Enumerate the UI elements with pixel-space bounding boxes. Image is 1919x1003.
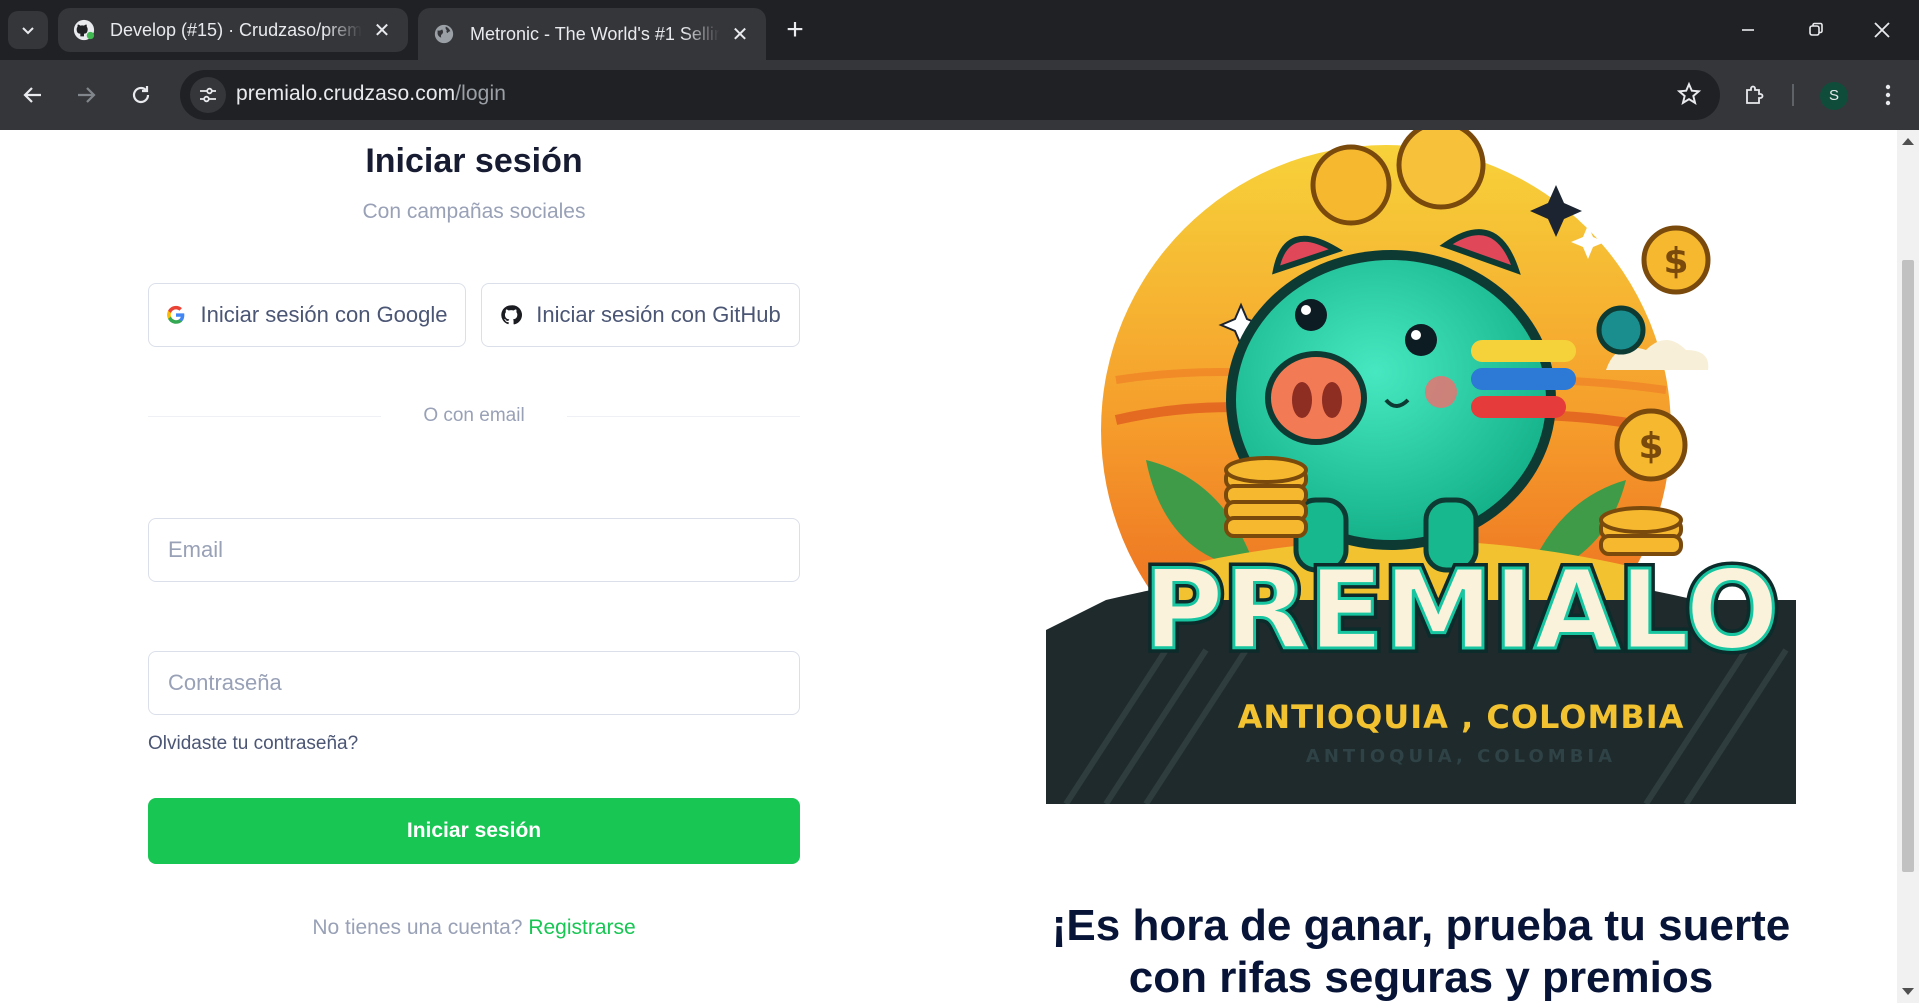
back-button[interactable] [15, 77, 51, 113]
browser-toolbar: premialo.crudzaso.com/login S [0, 60, 1919, 130]
tab-title: Develop (#15) · Crudzaso/premialo [110, 19, 362, 40]
scroll-thumb[interactable] [1902, 260, 1914, 872]
close-icon [1874, 22, 1890, 38]
email-field[interactable] [148, 518, 800, 582]
site-info-button[interactable] [190, 77, 226, 113]
close-window-button[interactable] [1862, 12, 1902, 48]
signup-link[interactable]: Registrarse [528, 916, 635, 939]
google-icon [167, 305, 185, 324]
github-icon [501, 305, 523, 325]
google-signin-button[interactable]: Iniciar sesión con Google [148, 283, 466, 347]
logo-subtext: ANTIOQUIA , COLOMBIA [1238, 698, 1685, 736]
more-vert-icon [1885, 84, 1891, 106]
tab-search-button[interactable] [8, 11, 48, 49]
logo-wordmark-outline: PREMIALO [1143, 546, 1779, 674]
page-title: Iniciar sesión [365, 142, 583, 180]
email-divider: O con email [148, 403, 800, 429]
signup-prompt: No tienes una cuenta? Registrarse [148, 916, 800, 940]
chevron-down-icon [22, 27, 34, 35]
toolbar-separator [1792, 84, 1794, 106]
github-signin-label: Iniciar sesión con GitHub [536, 302, 781, 327]
browser-menu-button[interactable] [1870, 77, 1906, 113]
svg-text:$: $ [1663, 241, 1688, 282]
password-field[interactable] [148, 651, 800, 715]
arrow-left-icon [23, 87, 41, 103]
page-viewport: Iniciar sesión Con campañas sociales Ini… [0, 130, 1919, 1003]
github-signin-button[interactable]: Iniciar sesión con GitHub [481, 283, 800, 347]
browser-tab-bar: Develop (#15) · Crudzaso/premialo ✕ Metr… [0, 0, 1919, 60]
google-signin-label: Iniciar sesión con Google [200, 302, 448, 327]
profile-avatar[interactable]: S [1820, 82, 1848, 110]
close-icon[interactable]: ✕ [728, 22, 752, 46]
minimize-icon [1742, 29, 1754, 31]
scroll-up-arrow[interactable] [1902, 138, 1914, 145]
forgot-password-link[interactable]: Olvidaste tu contraseña? [148, 733, 358, 755]
svg-text:$: $ [1638, 426, 1663, 467]
arrow-right-icon [78, 87, 96, 103]
login-submit-button[interactable]: Iniciar sesión [148, 798, 800, 864]
scroll-down-arrow[interactable] [1902, 988, 1914, 995]
reload-icon [132, 86, 150, 104]
github-icon [72, 18, 96, 42]
tune-icon [200, 87, 216, 103]
tagline-line-1: ¡Es hora de ganar, prueba tu suerte [1051, 901, 1791, 950]
logo-subtext-echo: ANTIOQUIA, COLOMBIA [1306, 746, 1616, 767]
star-icon [1676, 81, 1702, 105]
tab-metronic[interactable]: Metronic - The World's #1 Selling Bootst… [418, 8, 766, 60]
restore-icon [1809, 22, 1823, 36]
bookmark-star-button[interactable] [1676, 81, 1702, 112]
page-subtitle: Con campañas sociales [362, 200, 586, 223]
url-text: premialo.crudzaso.com/login [236, 82, 506, 105]
new-tab-button[interactable]: + [778, 14, 812, 48]
globe-icon [432, 22, 456, 46]
tab-title: Metronic - The World's #1 Selling Bootst… [470, 23, 720, 44]
page-scrollbar[interactable] [1897, 130, 1919, 1003]
tab-github[interactable]: Develop (#15) · Crudzaso/premialo ✕ [58, 8, 408, 52]
puzzle-icon [1746, 85, 1764, 104]
reload-button[interactable] [123, 77, 159, 113]
premialo-logo-illustration: $ $ PREMIALO PREMIALO ANTIOQUIA , COLOMB… [1046, 130, 1796, 804]
forward-button[interactable] [68, 77, 104, 113]
tagline-line-2: con rifas seguras y premios [1128, 953, 1714, 1002]
extensions-button[interactable] [1736, 77, 1772, 113]
divider-line [567, 416, 800, 417]
restore-button[interactable] [1796, 12, 1836, 48]
minimize-button[interactable] [1728, 12, 1768, 48]
address-bar[interactable]: premialo.crudzaso.com/login [180, 70, 1720, 120]
no-account-text: No tienes una cuenta? [312, 916, 523, 939]
hero-tagline: ¡Es hora de ganar, prueba tu suerte con … [1000, 900, 1842, 1003]
close-icon[interactable]: ✕ [370, 18, 394, 42]
